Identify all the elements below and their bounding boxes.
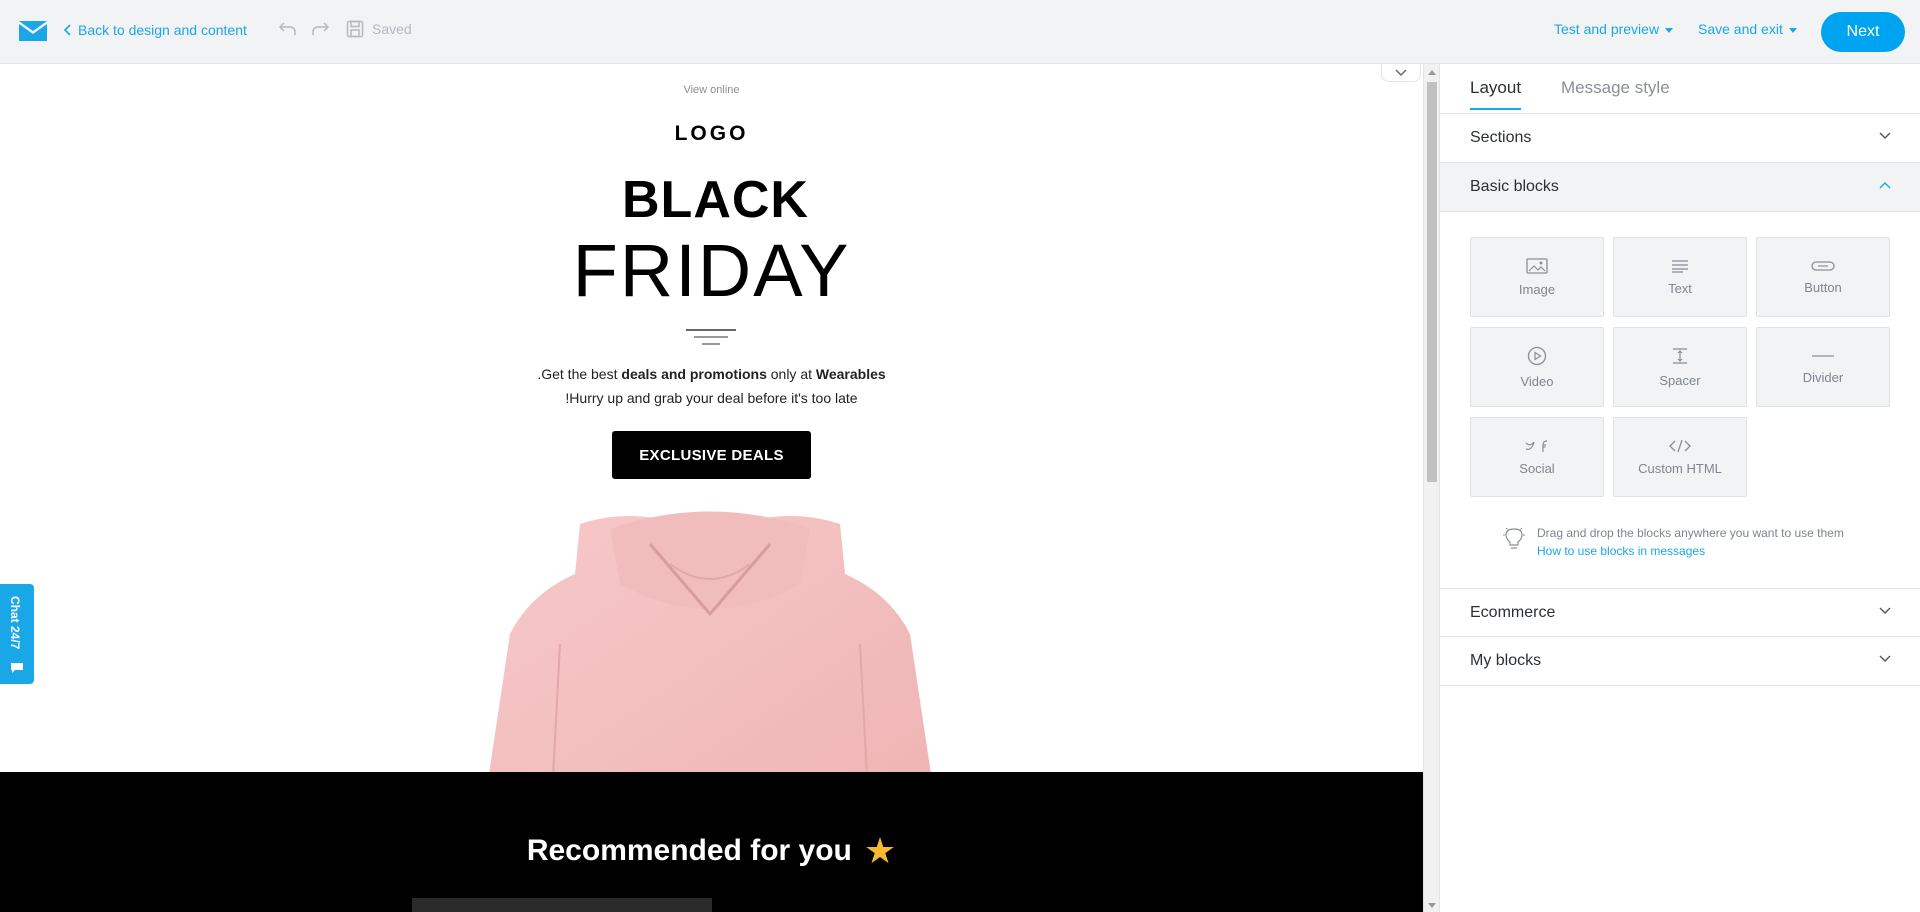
- accordion-basic-blocks[interactable]: Basic blocks: [1440, 163, 1920, 212]
- email-text-line2[interactable]: !Hurry up and grab your deal before it's…: [0, 390, 1423, 406]
- top-toolbar: Back to design and content Saved Test an…: [0, 0, 1920, 64]
- accordion-label: Sections: [1470, 129, 1532, 146]
- chevron-left-icon: [64, 24, 71, 36]
- block-label: Spacer: [1659, 372, 1701, 388]
- block-label: Button: [1804, 279, 1842, 295]
- block-label: Divider: [1802, 369, 1844, 385]
- chevron-down-icon: [1395, 69, 1407, 76]
- block-text[interactable]: Text: [1613, 237, 1747, 317]
- decorative-lines-icon: [686, 329, 736, 345]
- block-label: Text: [1668, 280, 1692, 296]
- test-preview-label: Test and preview: [1554, 21, 1660, 37]
- block-social[interactable]: Social: [1470, 417, 1604, 497]
- chat-label: Chat 24/7: [8, 596, 22, 650]
- canvas-scrollbar[interactable]: [1423, 64, 1439, 912]
- block-label: Image: [1518, 281, 1556, 297]
- code-icon: [1669, 439, 1691, 452]
- chat-bubble-icon: [11, 663, 23, 673]
- text-bold-segment: Wearables: [815, 366, 886, 382]
- save-and-exit-dropdown[interactable]: Save and exit: [1698, 21, 1797, 37]
- floppy-disk-icon: [346, 20, 364, 38]
- button-icon: [1811, 260, 1835, 271]
- saved-label: Saved: [372, 21, 412, 37]
- undo-icon[interactable]: [278, 19, 298, 37]
- hint-text: Drag and drop the blocks anywhere you wa…: [1537, 526, 1844, 540]
- how-to-use-blocks-link[interactable]: How to use blocks in messages: [1537, 542, 1920, 560]
- accordion-label: Ecommerce: [1470, 603, 1556, 621]
- lightbulb-icon: [1503, 527, 1525, 549]
- email-text-line1[interactable]: .Get the best deals and promotions only …: [0, 366, 1423, 382]
- app-logo-icon[interactable]: [18, 19, 48, 43]
- collapse-toggle[interactable]: [1381, 64, 1421, 82]
- text-bold-segment: deals and promotions: [621, 366, 767, 382]
- redo-icon[interactable]: [310, 19, 330, 37]
- view-online-link[interactable]: View online: [0, 84, 1423, 96]
- scroll-thumb[interactable]: [1427, 82, 1437, 482]
- caret-down-icon: [1788, 27, 1797, 33]
- text-icon: [1672, 259, 1688, 273]
- test-and-preview-dropdown[interactable]: Test and preview: [1554, 21, 1674, 37]
- chevron-up-icon: [1879, 182, 1891, 189]
- recommended-heading[interactable]: Recommended for you ★: [0, 830, 1423, 872]
- block-label: Custom HTML: [1638, 460, 1722, 476]
- block-divider[interactable]: Divider: [1756, 327, 1890, 407]
- text-segment: .Get the best: [537, 366, 622, 382]
- video-icon: [1527, 346, 1547, 365]
- chevron-down-icon: [1879, 132, 1891, 139]
- accordion-label: Basic blocks: [1470, 178, 1559, 195]
- editor-side-panel: Layout Message style Sections Basic bloc…: [1439, 64, 1920, 912]
- recommended-text: Recommended for you: [526, 834, 852, 867]
- image-icon: [1526, 257, 1548, 274]
- accordion-label: My blocks: [1470, 652, 1542, 669]
- block-spacer[interactable]: Spacer: [1613, 327, 1747, 407]
- block-image[interactable]: Image: [1470, 237, 1604, 317]
- block-custom-html[interactable]: Custom HTML: [1613, 417, 1747, 497]
- caret-down-icon: [1665, 27, 1674, 33]
- star-icon: ★: [863, 830, 897, 871]
- spacer-icon: [1673, 347, 1687, 364]
- save-status: Saved: [346, 20, 412, 38]
- accordion-sections[interactable]: Sections: [1440, 114, 1920, 163]
- chevron-down-icon: [1879, 655, 1891, 662]
- headline-black[interactable]: BLACK: [0, 170, 1423, 230]
- block-label: Video: [1520, 373, 1554, 389]
- chevron-down-icon: [1879, 607, 1891, 614]
- save-exit-label: Save and exit: [1698, 21, 1783, 37]
- divider-icon: [1812, 354, 1834, 357]
- back-label: Back to design and content: [78, 22, 247, 38]
- next-button[interactable]: Next: [1821, 12, 1905, 52]
- block-video[interactable]: Video: [1470, 327, 1604, 407]
- email-logo[interactable]: LOGO: [0, 122, 1423, 146]
- tab-message-style[interactable]: Message style: [1561, 78, 1670, 108]
- email-canvas[interactable]: View online LOGO BLACK FRIDAY .Get the b…: [0, 64, 1423, 912]
- exclusive-deals-button[interactable]: EXCLUSIVE DEALS: [612, 431, 811, 479]
- back-to-design-link[interactable]: Back to design and content: [64, 22, 247, 38]
- block-button[interactable]: Button: [1756, 237, 1890, 317]
- accordion-my-blocks[interactable]: My blocks: [1440, 637, 1920, 686]
- block-label: Social: [1519, 460, 1555, 476]
- headline-friday[interactable]: FRIDAY: [0, 228, 1423, 313]
- chat-widget-button[interactable]: Chat 24/7: [0, 584, 34, 684]
- scroll-down-arrow-icon[interactable]: [1428, 903, 1436, 908]
- text-segment: only at: [766, 366, 816, 382]
- tab-layout[interactable]: Layout: [1470, 78, 1522, 110]
- scroll-up-arrow-icon[interactable]: [1428, 70, 1436, 75]
- product-card-top[interactable]: [412, 898, 712, 912]
- blocks-hint: Drag and drop the blocks anywhere you wa…: [1537, 524, 1920, 560]
- accordion-ecommerce[interactable]: Ecommerce: [1440, 588, 1920, 637]
- social-icon: [1525, 439, 1548, 452]
- panel-tabs: Layout Message style: [1440, 64, 1920, 114]
